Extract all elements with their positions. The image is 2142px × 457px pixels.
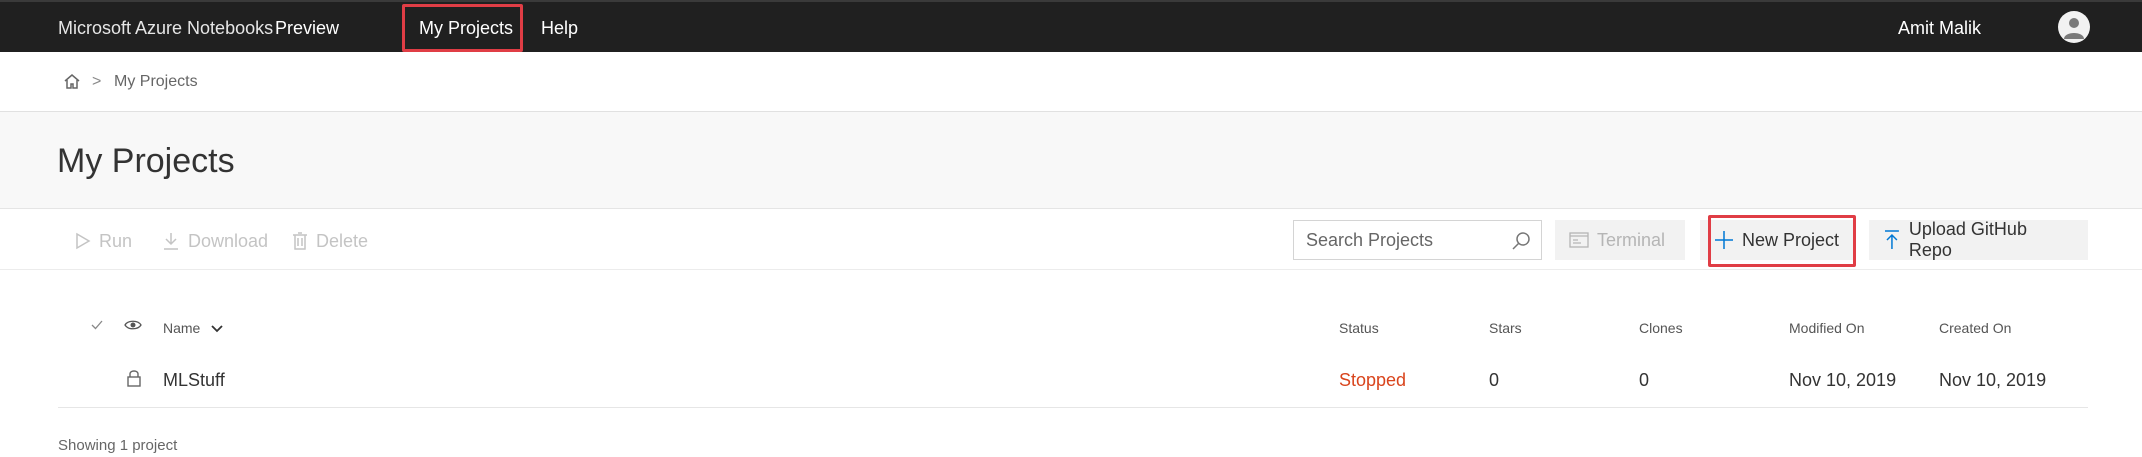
- checkmark-icon: [91, 320, 103, 330]
- upload-icon: [1884, 230, 1899, 249]
- project-name[interactable]: MLStuff: [163, 370, 225, 391]
- project-status: Stopped: [1339, 370, 1407, 390]
- select-all-checkbox[interactable]: [90, 318, 104, 335]
- column-header-stars[interactable]: Stars: [1489, 320, 1522, 336]
- top-navigation-bar: Microsoft Azure Notebooks Preview My Pro…: [0, 0, 2142, 52]
- new-project-highlight: [1708, 215, 1856, 267]
- project-modified-on: Nov 10, 2019: [1789, 370, 1897, 390]
- trash-icon: [293, 232, 307, 250]
- search-input[interactable]: [1294, 221, 1504, 259]
- upload-github-repo-button[interactable]: Upload GitHub Repo: [1869, 219, 2088, 260]
- breadcrumb-current: My Projects: [114, 73, 198, 90]
- project-clones: 0: [1639, 370, 1650, 390]
- nav-my-projects[interactable]: My Projects: [419, 18, 513, 39]
- column-header-clones[interactable]: Clones: [1639, 320, 1683, 336]
- project-stars: 0: [1489, 370, 1500, 390]
- lock-icon: [126, 368, 142, 393]
- terminal-button[interactable]: Terminal: [1555, 220, 1685, 260]
- table-header: Name Status Stars Clones Modified On Cre…: [0, 312, 2142, 342]
- run-label: Run: [99, 230, 133, 251]
- eye-icon: [124, 320, 142, 330]
- avatar[interactable]: [2058, 11, 2090, 43]
- upload-label: Upload GitHub Repo: [1908, 219, 2027, 260]
- app-brand[interactable]: Microsoft Azure Notebooks: [58, 18, 273, 39]
- page-title: My Projects: [57, 142, 235, 180]
- delete-button[interactable]: Delete: [292, 228, 368, 254]
- project-count: Showing 1 project: [58, 437, 178, 454]
- chevron-down-icon: [211, 325, 223, 333]
- project-created-on: Nov 10, 2019: [1939, 370, 2047, 390]
- download-button[interactable]: Download: [162, 228, 268, 254]
- toolbar: Run Download Delete Terminal: [0, 210, 2142, 270]
- terminal-label: Terminal: [1597, 229, 1666, 250]
- column-header-created[interactable]: Created On: [1939, 320, 2011, 336]
- breadcrumb: > My Projects: [0, 52, 2142, 112]
- column-header-status[interactable]: Status: [1339, 320, 1379, 336]
- preview-label: Preview: [275, 18, 340, 38]
- delete-label: Delete: [316, 230, 369, 251]
- person-icon: [2064, 18, 2084, 39]
- user-name[interactable]: Amit Malik: [1898, 18, 1981, 39]
- nav-help[interactable]: Help: [541, 18, 578, 39]
- run-button[interactable]: Run: [75, 228, 132, 254]
- terminal-icon: [1569, 232, 1589, 248]
- download-label: Download: [188, 230, 269, 251]
- table-row[interactable]: MLStuff Stopped 0 0 Nov 10, 2019 Nov 10,…: [58, 360, 2088, 408]
- column-header-name[interactable]: Name: [163, 320, 224, 336]
- download-icon: [164, 233, 178, 250]
- title-band: My Projects: [0, 112, 2142, 209]
- search-icon[interactable]: [1511, 231, 1531, 256]
- home-icon[interactable]: [62, 72, 82, 92]
- column-header-name-label: Name: [163, 320, 201, 336]
- visibility-column-header: [124, 318, 142, 335]
- breadcrumb-separator: >: [92, 73, 102, 90]
- search-box: [1293, 220, 1542, 260]
- play-icon: [76, 232, 91, 250]
- column-header-modified[interactable]: Modified On: [1789, 320, 1864, 336]
